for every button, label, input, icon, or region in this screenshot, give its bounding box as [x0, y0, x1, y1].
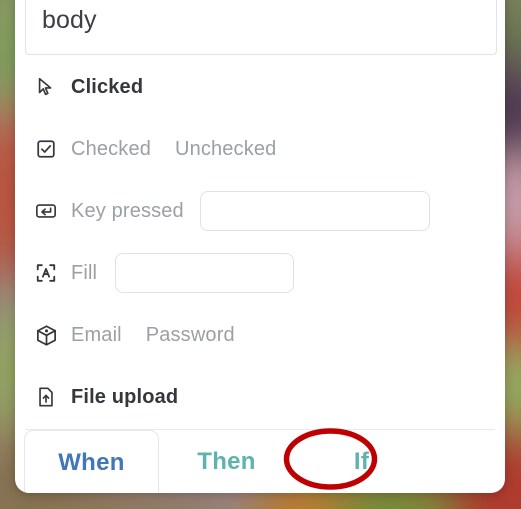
- option-label-key-pressed[interactable]: Key pressed: [71, 200, 184, 223]
- cube-icon: [33, 322, 59, 348]
- key-pressed-input[interactable]: [199, 191, 430, 231]
- tabbar: When Then If: [15, 430, 505, 493]
- selector-picker-panel: Clicked Checked Unchecked Key p: [15, 0, 505, 493]
- option-row-credentials[interactable]: Email Password: [15, 304, 505, 366]
- tab-when-label: When: [58, 449, 125, 476]
- tab-if[interactable]: If: [294, 430, 429, 493]
- tab-then[interactable]: Then: [159, 430, 294, 493]
- file-upload-icon: [33, 384, 59, 410]
- option-label-password[interactable]: Password: [146, 324, 235, 347]
- fill-input[interactable]: [115, 253, 295, 293]
- trigger-options-list: Clicked Checked Unchecked Key pressed Fi…: [15, 56, 505, 428]
- checkbox-checked-icon: [33, 136, 59, 162]
- option-row-fill[interactable]: Fill: [15, 242, 505, 304]
- selector-input[interactable]: [26, 4, 496, 36]
- tab-then-label: Then: [197, 447, 256, 475]
- option-label-unchecked[interactable]: Unchecked: [175, 138, 276, 161]
- option-label-clicked[interactable]: Clicked: [71, 76, 143, 99]
- cursor-arrow-icon: [33, 74, 59, 100]
- option-row-clicked[interactable]: Clicked: [15, 56, 505, 118]
- tab-when[interactable]: When: [24, 430, 159, 493]
- enter-key-icon: [33, 198, 59, 224]
- select-text-icon: [33, 260, 59, 286]
- option-label-fill[interactable]: Fill: [71, 262, 97, 285]
- option-label-email[interactable]: Email: [71, 324, 122, 347]
- option-label-file-upload[interactable]: File upload: [71, 386, 178, 409]
- selector-input-container[interactable]: [25, 0, 497, 55]
- option-label-checked[interactable]: Checked: [71, 138, 151, 161]
- tab-if-label: If: [353, 447, 370, 475]
- option-row-checked[interactable]: Checked Unchecked: [15, 118, 505, 180]
- option-row-file-upload[interactable]: File upload: [15, 366, 505, 428]
- option-row-key-pressed[interactable]: Key pressed: [15, 180, 505, 242]
